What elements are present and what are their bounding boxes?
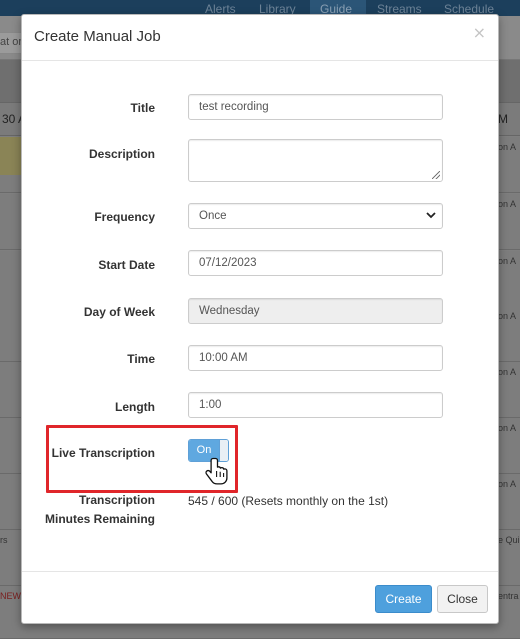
length-input[interactable]: 1:00 (188, 392, 443, 418)
create-manual-job-modal: Create Manual Job × Title test recording… (21, 14, 499, 624)
guide-cell-fragment: entra (498, 591, 519, 601)
close-icon[interactable]: × (473, 23, 486, 42)
guide-cell-fragment: e Qui (498, 535, 520, 545)
modal-title: Create Manual Job (34, 28, 161, 45)
transcription-minutes-label-line2: Minutes Remaining (44, 512, 155, 526)
chevron-down-icon (426, 212, 436, 219)
frequency-select[interactable]: Once (188, 203, 443, 229)
modal-header: Create Manual Job × (22, 15, 498, 61)
time-label: Time (127, 352, 155, 366)
background-search-input[interactable]: at or (0, 32, 22, 54)
title-input[interactable]: test recording (188, 94, 443, 120)
transcription-minutes-label-line1: Transcription (78, 493, 155, 507)
guide-cell-fragment: NEW (0, 591, 21, 601)
description-textarea[interactable] (188, 139, 443, 182)
frequency-label: Frequency (94, 210, 155, 224)
create-button[interactable]: Create (375, 585, 432, 613)
guide-cell-fragment: on A (498, 199, 517, 209)
guide-cell-fragment: on A (498, 423, 517, 433)
title-label: Title (130, 101, 155, 115)
start-date-label: Start Date (98, 258, 155, 272)
guide-time-right: M (498, 112, 508, 126)
description-label: Description (88, 147, 155, 161)
day-of-week-input: Wednesday (188, 298, 443, 324)
hand-pointer-icon (205, 457, 228, 485)
guide-cell-fragment: on A (498, 311, 517, 321)
guide-cell-fragment: on A (498, 256, 517, 266)
guide-cell-fragment: on A (498, 479, 517, 489)
resize-grip-icon[interactable] (432, 171, 440, 179)
transcription-minutes-value: 545 / 600 (Resets monthly on the 1st) (188, 494, 389, 508)
modal-footer: Create Close (22, 571, 498, 625)
frequency-selected-value: Once (199, 210, 227, 222)
day-of-week-label: Day of Week (83, 305, 155, 319)
close-button[interactable]: Close (437, 585, 488, 613)
guide-cell-fragment: on A (498, 142, 517, 152)
guide-cell-fragment: rs (0, 535, 8, 545)
length-label: Length (115, 400, 155, 414)
time-input[interactable]: 10:00 AM (188, 345, 443, 371)
start-date-input[interactable]: 07/12/2023 (188, 250, 443, 276)
guide-cell-fragment: on A (498, 367, 517, 377)
